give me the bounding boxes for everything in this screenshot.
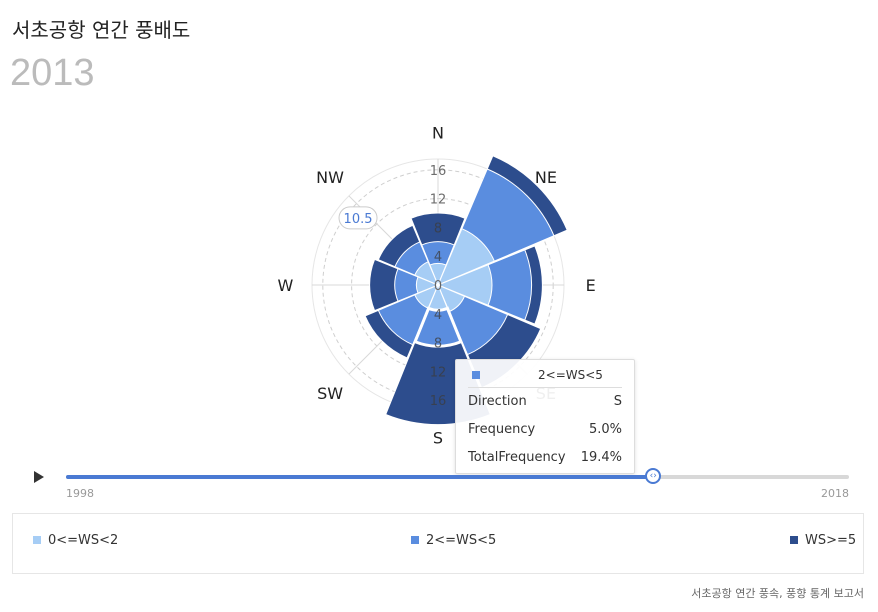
legend-item-low[interactable]: 0<=WS<2 [33, 533, 118, 548]
radial-tick-label: 4 [434, 250, 442, 265]
source-note: 서초공항 연간 풍속, 풍향 통계 보고서 [691, 587, 864, 600]
tooltip-header: 2<=WS<5 [468, 367, 622, 388]
legend-item-mid[interactable]: 2<=WS<5 [411, 533, 496, 548]
play-icon[interactable] [32, 470, 46, 484]
tooltip-key: Direction [468, 394, 527, 409]
direction-label-s: S [433, 429, 443, 448]
legend-label: WS>=5 [805, 533, 857, 548]
timeline-end-label: 2018 [821, 487, 849, 500]
tooltip: 2<=WS<5 Direction S Frequency 5.0% Total… [455, 359, 635, 474]
timeline-progress [66, 475, 654, 479]
tooltip-series-swatch [472, 371, 480, 379]
direction-label-nw: NW [316, 168, 344, 187]
tooltip-row-frequency: Frequency 5.0% [468, 422, 622, 440]
direction-label-sw: SW [317, 384, 343, 403]
tooltip-row-total-frequency: TotalFrequency 19.4% [468, 450, 622, 468]
legend-swatch [33, 535, 41, 544]
tooltip-value: S [613, 394, 622, 409]
tooltip-key: Frequency [468, 422, 536, 437]
legend: 0<=WS<2 2<=WS<5 WS>=5 [12, 513, 864, 574]
legend-item-high[interactable]: WS>=5 [790, 533, 856, 548]
legend-swatch [790, 535, 798, 544]
radial-tick-label: 12 [430, 365, 447, 380]
direction-label-w: W [277, 276, 293, 295]
hover-value-label: 10.5 [344, 212, 373, 227]
timeline-start-label: 1998 [66, 487, 94, 500]
radial-tick-label: 16 [430, 164, 447, 179]
legend-label: 2<=WS<5 [426, 533, 497, 548]
tooltip-key: TotalFrequency [468, 450, 566, 465]
direction-label-e: E [586, 276, 596, 295]
tooltip-value: 19.4% [580, 450, 622, 465]
timeline-handle[interactable]: ‹› [645, 468, 662, 484]
radial-tick-label: 4 [434, 308, 442, 323]
tooltip-series-name: 2<=WS<5 [538, 368, 603, 382]
tooltip-row-direction: Direction S [468, 394, 622, 412]
timeline-track[interactable] [66, 475, 849, 479]
radial-tick-label: 12 [430, 193, 447, 208]
legend-label: 0<=WS<2 [48, 533, 119, 548]
direction-label-ne: NE [535, 168, 557, 187]
radial-tick-label: 16 [430, 394, 447, 409]
tooltip-value: 5.0% [588, 422, 622, 437]
radial-tick-label: 0 [434, 279, 442, 294]
wind-rose-chart: 0448812121616NNEESESSWWNW10.5 [277, 123, 596, 448]
radial-tick-label: 8 [434, 337, 442, 352]
legend-swatch [411, 535, 419, 544]
direction-label-n: N [432, 123, 444, 142]
radial-tick-label: 8 [434, 221, 442, 236]
